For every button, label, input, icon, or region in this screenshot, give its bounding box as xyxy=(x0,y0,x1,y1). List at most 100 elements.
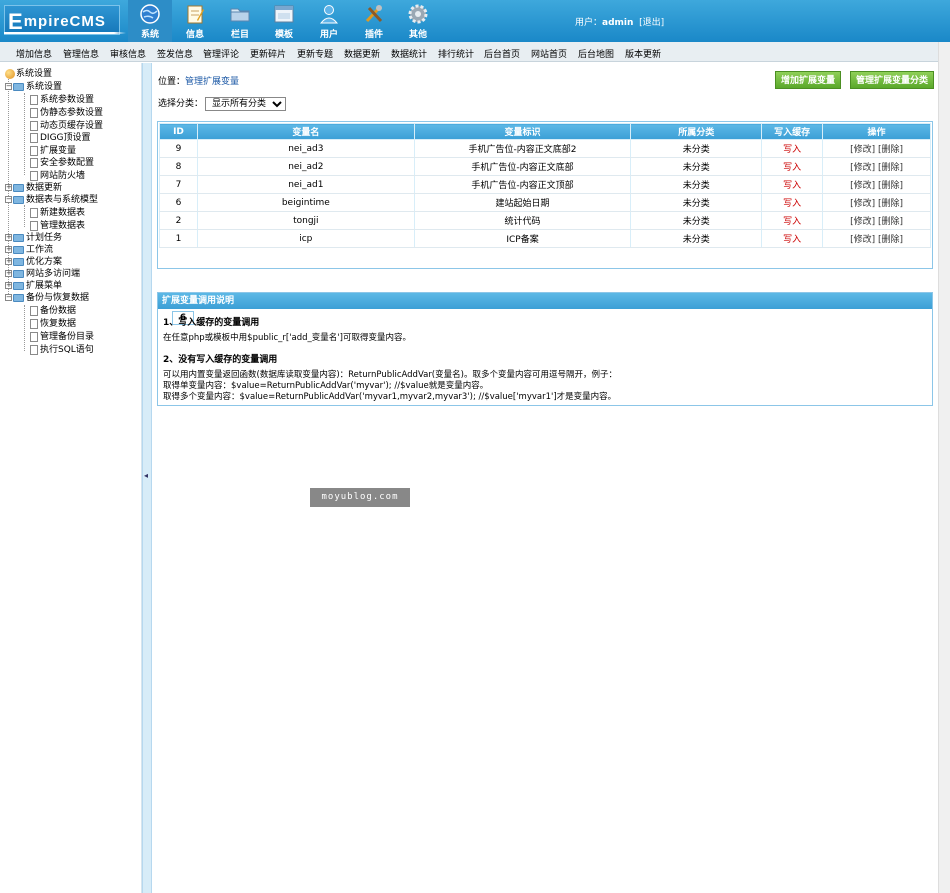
folder-icon xyxy=(13,293,24,302)
sidebar-item-backup-data[interactable]: 备份数据 xyxy=(30,305,76,317)
menu-rank-stats[interactable]: 排行统计 xyxy=(438,47,474,60)
edit-delete-links[interactable]: [修改] [删除] xyxy=(850,145,903,155)
vars-table: ID 变量名 变量标识 所属分类 写入缓存 操作 9 nei_ad3 手机广告位… xyxy=(159,123,931,248)
manage-var-category-button[interactable]: 管理扩展变量分类 xyxy=(850,71,935,89)
table-row: 6 beigintime 建站起始日期 未分类 写入 [修改] [删除] xyxy=(159,193,931,212)
folder-icon xyxy=(13,281,24,290)
nav-template[interactable]: 模板 xyxy=(262,0,306,42)
edit-delete-links[interactable]: [修改] [删除] xyxy=(850,217,903,227)
note-text-1: 在任意php或模板中用$public_r['add_变量名']可取得变量内容。 xyxy=(163,333,411,343)
nav-system[interactable]: 系统 xyxy=(128,0,172,42)
menu-manage-comments[interactable]: 管理评论 xyxy=(203,47,239,60)
notepad-icon xyxy=(187,5,204,24)
col-category: 所属分类 xyxy=(630,123,763,140)
menu-update-fragments[interactable]: 更新碎片 xyxy=(250,47,286,60)
page-icon xyxy=(30,145,38,156)
edit-delete-links[interactable]: [修改] [删除] xyxy=(850,163,903,173)
nav-plugin[interactable]: 插件 xyxy=(352,0,396,42)
sidebar-item-backup-restore[interactable]: − 备份与恢复数据 xyxy=(5,292,89,304)
sidebar-item-system-params[interactable]: 系统参数设置 xyxy=(30,94,94,106)
sidebar-item-dynamic-cache[interactable]: 动态页缓存设置 xyxy=(30,120,103,132)
sidebar-item-digg-settings[interactable]: DIGG顶设置 xyxy=(30,132,91,144)
edit-delete-links[interactable]: [修改] [删除] xyxy=(850,181,903,191)
sidebar-item-rewrite-params[interactable]: 伪静态参数设置 xyxy=(30,107,103,119)
sidebar-item-workflow[interactable]: + 工作流 xyxy=(5,244,53,256)
col-name: 变量名 xyxy=(196,123,415,140)
nav-other[interactable]: 其他 xyxy=(396,0,440,42)
cache-status: 写入 xyxy=(761,211,824,230)
window-icon xyxy=(274,5,294,23)
cache-status: 写入 xyxy=(761,157,824,176)
sidebar-item-restore-data[interactable]: 恢复数据 xyxy=(30,318,76,330)
folder-icon xyxy=(230,8,250,22)
table-row: 7 nei_ad1 手机广告位-内容正文顶部 未分类 写入 [修改] [删除] xyxy=(159,175,931,194)
table-row: 8 nei_ad2 手机广告位-内容正文底部 未分类 写入 [修改] [删除] xyxy=(159,157,931,176)
menu-site-home[interactable]: 网站首页 xyxy=(531,47,567,60)
folder-icon xyxy=(13,82,24,91)
menu-data-stats[interactable]: 数据统计 xyxy=(391,47,427,60)
col-id: ID xyxy=(159,123,198,140)
page-icon xyxy=(30,157,38,168)
sidebar-item-new-table[interactable]: 新建数据表 xyxy=(30,207,85,219)
nav-info[interactable]: 信息 xyxy=(173,0,217,42)
menu-update-topics[interactable]: 更新专题 xyxy=(297,47,333,60)
page-icon xyxy=(30,305,38,316)
menu-version-update[interactable]: 版本更新 xyxy=(625,47,661,60)
sidebar-item-manage-tables[interactable]: 管理数据表 xyxy=(30,220,85,232)
vars-table-box: ID 变量名 变量标识 所属分类 写入缓存 操作 9 nei_ad3 手机广告位… xyxy=(157,121,933,325)
logout-link[interactable]: [退出] xyxy=(639,18,664,28)
sidebar-item-extend-vars[interactable]: 扩展变量 xyxy=(30,145,76,157)
settings-globe-icon xyxy=(5,68,15,79)
sidebar-item-optimize[interactable]: + 优化方案 xyxy=(5,256,62,268)
menu-admin-home[interactable]: 后台首页 xyxy=(484,47,520,60)
sidebar-item-system-settings[interactable]: − 系统设置 xyxy=(5,81,62,93)
nav-column[interactable]: 栏目 xyxy=(218,0,262,42)
cache-status: 写入 xyxy=(761,193,824,212)
folder-icon xyxy=(13,269,24,278)
globe-icon xyxy=(140,4,160,24)
sidebar-item-scheduled-tasks[interactable]: + 计划任务 xyxy=(5,232,62,244)
page-icon xyxy=(30,344,38,355)
sidebar-item-firewall[interactable]: 网站防火墙 xyxy=(30,170,85,182)
sidebar-splitter[interactable]: ◂ xyxy=(142,63,152,893)
menu-data-update[interactable]: 数据更新 xyxy=(344,47,380,60)
nav-user[interactable]: 用户 xyxy=(307,0,351,42)
sidebar-item-backup-dirs[interactable]: 管理备份目录 xyxy=(30,331,94,343)
edit-delete-links[interactable]: [修改] [删除] xyxy=(850,235,903,245)
breadcrumb: 位置：管理扩展变量 xyxy=(158,77,240,87)
usage-notes-box: 扩展变量调用说明 1、写入缓存的变量调用 在任意php或模板中用$public_… xyxy=(157,292,933,406)
table-row: 9 nei_ad3 手机广告位-内容正文底部2 未分类 写入 [修改] [删除] xyxy=(159,139,931,158)
page-icon xyxy=(30,220,38,231)
page-icon xyxy=(30,132,38,143)
menu-add-info[interactable]: 增加信息 xyxy=(16,47,52,60)
sidebar-item-extend-menu[interactable]: + 扩展菜单 xyxy=(5,280,62,292)
collapse-arrow-icon[interactable]: ◂ xyxy=(144,471,148,480)
sidebar-item-exec-sql[interactable]: 执行SQL语句 xyxy=(30,344,94,356)
table-row: 1 icp ICP备案 未分类 写入 [修改] [删除] xyxy=(159,229,931,248)
edit-delete-links[interactable]: [修改] [删除] xyxy=(850,199,903,209)
page-icon xyxy=(30,107,38,118)
notes-title: 扩展变量调用说明 xyxy=(158,293,932,309)
sidebar-item-tables-models[interactable]: − 数据表与系统模型 xyxy=(5,194,98,206)
col-actions: 操作 xyxy=(822,123,931,140)
main-panel: 位置：管理扩展变量 增加扩展变量 管理扩展变量分类 选择分类： 显示所有分类 ID… xyxy=(153,63,938,893)
menu-review-info[interactable]: 审核信息 xyxy=(110,47,146,60)
breadcrumb-link[interactable]: 管理扩展变量 xyxy=(185,77,239,87)
add-extend-var-button[interactable]: 增加扩展变量 xyxy=(775,71,842,89)
page-icon xyxy=(30,94,38,105)
sidebar-item-multi-access[interactable]: + 网站多访问端 xyxy=(5,268,80,280)
menu-manage-info[interactable]: 管理信息 xyxy=(63,47,99,60)
sidebar-item-data-update[interactable]: + 数据更新 xyxy=(5,182,62,194)
watermark: moyublog.com xyxy=(310,488,410,507)
folder-icon xyxy=(13,257,24,266)
cache-status: 写入 xyxy=(761,175,824,194)
page-scrollbar[interactable] xyxy=(938,42,950,893)
page-icon xyxy=(30,331,38,342)
menu-admin-map[interactable]: 后台地图 xyxy=(578,47,614,60)
note-text-4: 取得多个变量内容：$value=ReturnPublicAddVar('myva… xyxy=(163,392,617,402)
category-select[interactable]: 显示所有分类 xyxy=(205,97,287,111)
empirecms-logo: EmpireCMS xyxy=(4,5,126,37)
menu-sign-info[interactable]: 签发信息 xyxy=(157,47,193,60)
sidebar-item-security-params[interactable]: 安全参数配置 xyxy=(30,157,94,169)
sidebar-root[interactable]: 系统设置 xyxy=(5,68,52,80)
